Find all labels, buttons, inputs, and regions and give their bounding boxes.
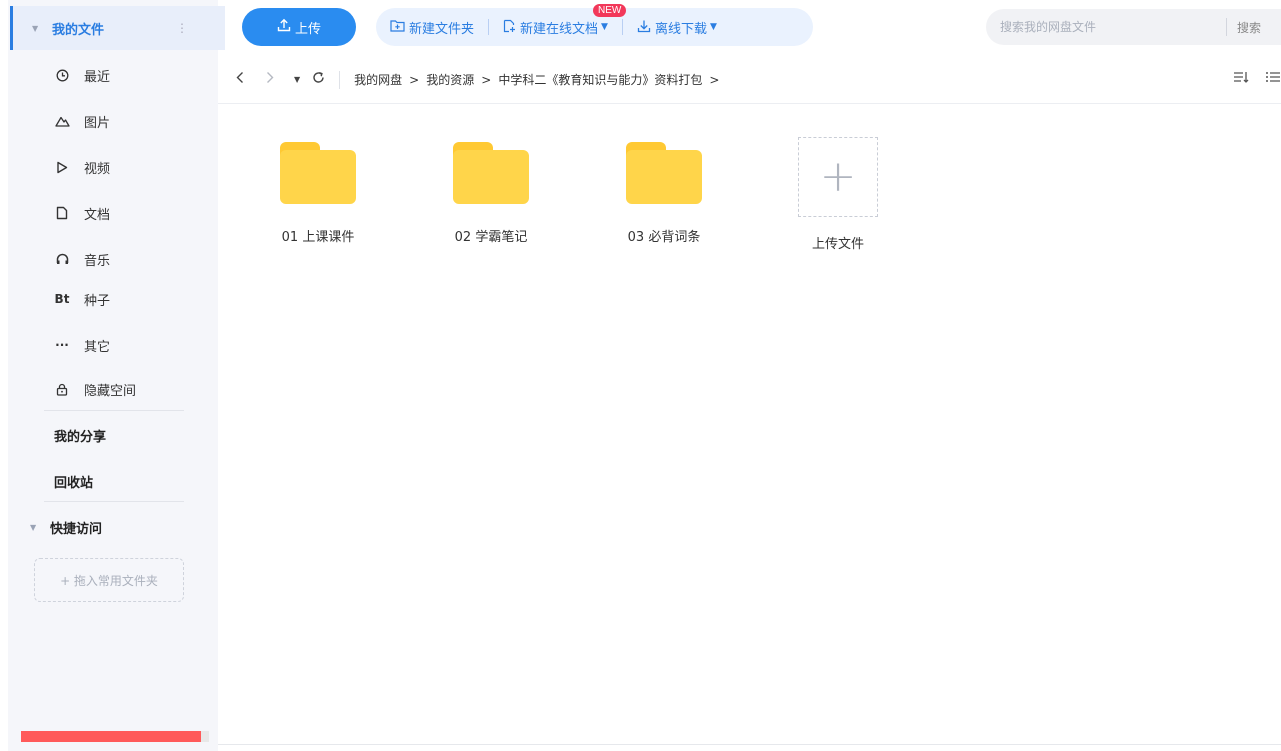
play-icon [54, 161, 70, 174]
sort-icon[interactable] [1233, 70, 1249, 88]
sidebar-item-torrents[interactable]: Bt 种子 [8, 276, 184, 322]
sidebar-item-label: 回收站 [54, 475, 94, 491]
breadcrumb-my-resources[interactable]: 我的资源 [426, 71, 474, 88]
breadcrumb-my-drive[interactable]: 我的网盘 [354, 71, 402, 88]
sidebar-divider [44, 410, 184, 411]
new-online-doc-label: 新建在线文档 [520, 21, 599, 37]
kebab-menu-icon[interactable]: ⋮ [176, 21, 188, 35]
sidebar-item-label: 隐藏空间 [84, 383, 137, 399]
download-icon [637, 19, 651, 36]
folder-icon [626, 142, 702, 204]
folder-tile[interactable]: 01 上课课件 [258, 134, 378, 245]
back-icon[interactable] [236, 71, 244, 88]
upload-file-tile[interactable]: + 上传文件 [778, 137, 898, 252]
sidebar-item-label: 快捷访问 [50, 521, 103, 537]
folder-name: 01 上课课件 [281, 230, 355, 245]
forward-icon[interactable] [266, 71, 274, 88]
new-folder-button[interactable]: 新建文件夹 [376, 18, 488, 37]
sidebar-item-label: 最近 [84, 69, 111, 85]
sidebar: ▼ 我的文件 ⋮ 最近 图片 视频 文档 音乐 Bt 种子 ··· 其它 隐藏空… [8, 0, 225, 751]
list-view-icon[interactable] [1265, 70, 1281, 88]
expand-triangle-icon[interactable]: ▼ [30, 523, 40, 532]
storage-quota-bar [21, 731, 209, 742]
document-icon [54, 206, 70, 220]
sidebar-item-label: 视频 [84, 161, 111, 177]
navigation-bar: ▼ 我的网盘 > 我的资源 > 中学科二《教育知识与能力》资料打包 > [218, 56, 1281, 104]
sidebar-item-quick-access[interactable]: ▼ 快捷访问 [8, 504, 184, 550]
upload-button-label: 上传 [294, 21, 321, 37]
active-indicator [10, 6, 13, 50]
folder-name: 02 学霸笔记 [454, 230, 528, 245]
new-folder-label: 新建文件夹 [409, 21, 475, 37]
plus-icon: + [798, 137, 878, 217]
upload-button[interactable]: 上传 [242, 8, 356, 46]
sidebar-item-other[interactable]: ··· 其它 [8, 322, 184, 368]
new-doc-icon [503, 19, 516, 36]
sidebar-item-label: 种子 [84, 293, 111, 309]
sidebar-item-documents[interactable]: 文档 [8, 190, 184, 236]
upload-icon [277, 18, 291, 36]
sidebar-item-label: 我的分享 [54, 429, 107, 445]
bottom-divider [218, 744, 1281, 745]
offline-download-button[interactable]: 离线下载 ▼ [623, 18, 731, 37]
sidebar-item-label: 我的文件 [52, 22, 105, 38]
sidebar-item-label: 文档 [84, 207, 111, 223]
refresh-icon[interactable] [312, 71, 325, 88]
image-icon [54, 115, 70, 127]
new-folder-icon [390, 19, 405, 35]
clock-icon [54, 69, 70, 82]
sidebar-item-images[interactable]: 图片 [8, 98, 184, 144]
headphone-icon [54, 253, 70, 265]
sidebar-item-videos[interactable]: 视频 [8, 144, 184, 190]
folder-name: 03 必背词条 [627, 230, 701, 245]
new-online-doc-button[interactable]: 新建在线文档 ▼ NEW [489, 3, 627, 37]
view-controls [1217, 70, 1281, 88]
breadcrumb-current-folder[interactable]: 中学科二《教育知识与能力》资料打包 [498, 71, 702, 88]
dropdown-caret-icon: ▼ [601, 22, 608, 32]
more-icon: ··· [55, 338, 69, 352]
nav-divider [339, 70, 341, 89]
search-button[interactable]: 搜索 [1227, 19, 1261, 36]
history-dropdown-icon[interactable]: ▼ [294, 75, 300, 84]
sidebar-item-my-share[interactable]: 我的分享 [8, 412, 184, 458]
breadcrumb-separator: > [409, 72, 420, 87]
sidebar-item-label: 音乐 [84, 253, 111, 269]
sidebar-item-my-files[interactable]: ▼ 我的文件 ⋮ [10, 6, 225, 50]
storage-quota-fill [21, 731, 202, 742]
expand-triangle-icon[interactable]: ▼ [32, 24, 42, 33]
search-input[interactable] [986, 20, 1226, 34]
sidebar-item-label: 其它 [84, 339, 111, 355]
breadcrumb-separator: > [481, 72, 492, 87]
upload-file-label: 上传文件 [811, 237, 864, 252]
new-badge: NEW [593, 3, 627, 17]
toolbar: 上传 新建文件夹 新建在线文档 ▼ NEW 离线下载 ▼ 搜索我的网盘文件 搜索 [218, 0, 1281, 56]
sidebar-item-hidden-space[interactable]: 隐藏空间 [8, 366, 184, 412]
folder-icon [453, 142, 529, 204]
sidebar-item-label: 图片 [84, 115, 111, 131]
breadcrumb-separator: > [709, 72, 720, 87]
drop-favorite-folder-zone[interactable]: + 拖入常用文件夹 [34, 558, 184, 602]
folder-icon [280, 142, 356, 204]
bt-icon: Bt [54, 292, 70, 306]
dropdown-caret-icon: ▼ [709, 22, 717, 32]
sidebar-item-recycle-bin[interactable]: 回收站 [8, 458, 184, 504]
offline-download-label: 离线下载 [654, 21, 707, 37]
file-grid: 01 上课课件 02 学霸笔记 03 必背词条 + 上传文件 [218, 104, 1281, 744]
sidebar-item-recent[interactable]: 最近 [8, 52, 184, 98]
action-pill: 新建文件夹 新建在线文档 ▼ NEW 离线下载 ▼ [376, 3, 813, 46]
lock-icon [54, 383, 70, 396]
folder-tile[interactable]: 03 必背词条 [604, 134, 724, 245]
folder-tile[interactable]: 02 学霸笔记 [431, 134, 551, 245]
sidebar-divider [44, 501, 184, 502]
search-box: 搜索 [986, 9, 1281, 45]
